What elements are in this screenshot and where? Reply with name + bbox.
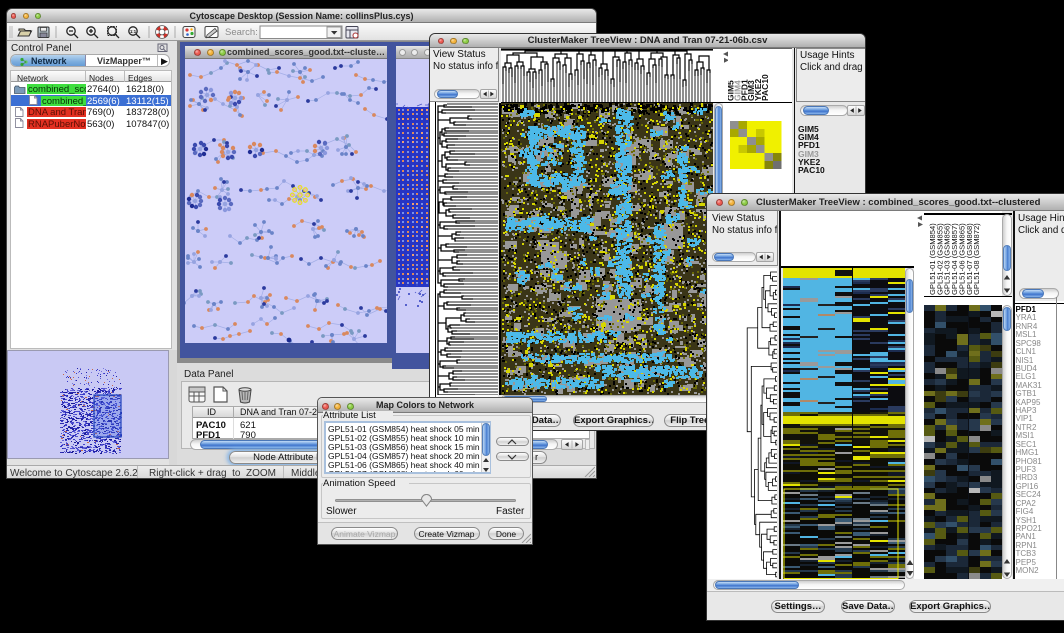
svg-text:1:1: 1:1 <box>130 29 137 34</box>
svg-text:PAC10: PAC10 <box>760 74 770 101</box>
svg-text:GPL51-08 (GSM872): GPL51-08 (GSM872) <box>972 223 981 295</box>
svg-text:Search:: Search: <box>225 27 258 38</box>
